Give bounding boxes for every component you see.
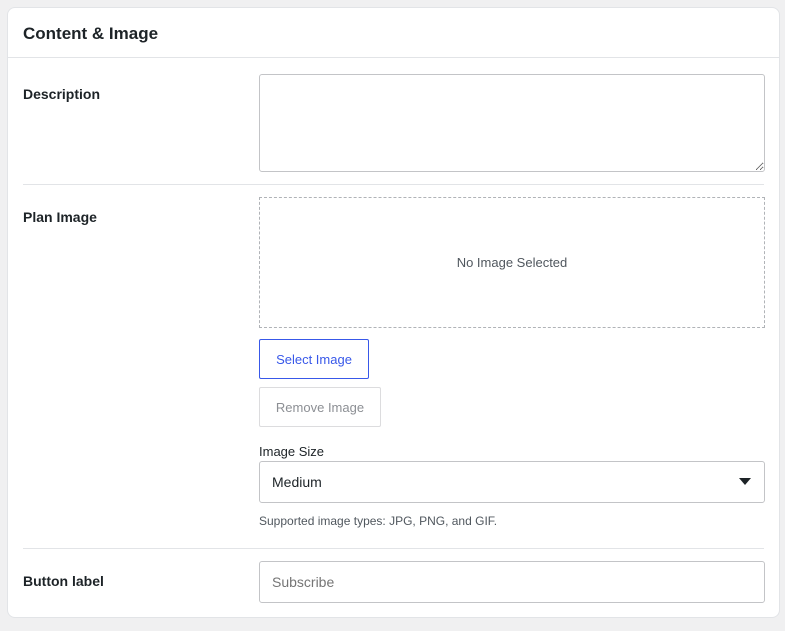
image-size-value: Medium — [272, 474, 322, 490]
panel-header: Content & Image — [8, 8, 779, 58]
image-preview-placeholder: No Image Selected — [259, 197, 765, 328]
content-image-panel: Content & Image Description Plan Image N… — [7, 7, 780, 618]
button-label-input[interactable] — [259, 561, 765, 603]
chevron-down-icon — [739, 478, 751, 485]
remove-image-button[interactable]: Remove Image — [259, 387, 381, 427]
image-size-label: Image Size — [259, 444, 325, 459]
image-types-help-text: Supported image types: JPG, PNG, and GIF… — [259, 514, 498, 528]
plan-image-field-wrap: No Image Selected — [259, 197, 765, 328]
image-size-select[interactable]: Medium — [259, 461, 765, 503]
no-image-text: No Image Selected — [456, 255, 568, 270]
description-textarea[interactable] — [259, 74, 765, 172]
description-label: Description — [23, 86, 101, 102]
divider — [23, 548, 764, 549]
divider — [23, 184, 764, 185]
panel-title: Content & Image — [23, 23, 159, 43]
description-field-wrap — [259, 74, 765, 172]
select-image-button[interactable]: Select Image — [259, 339, 369, 379]
plan-image-label: Plan Image — [23, 209, 97, 225]
button-label-label: Button label — [23, 573, 104, 589]
